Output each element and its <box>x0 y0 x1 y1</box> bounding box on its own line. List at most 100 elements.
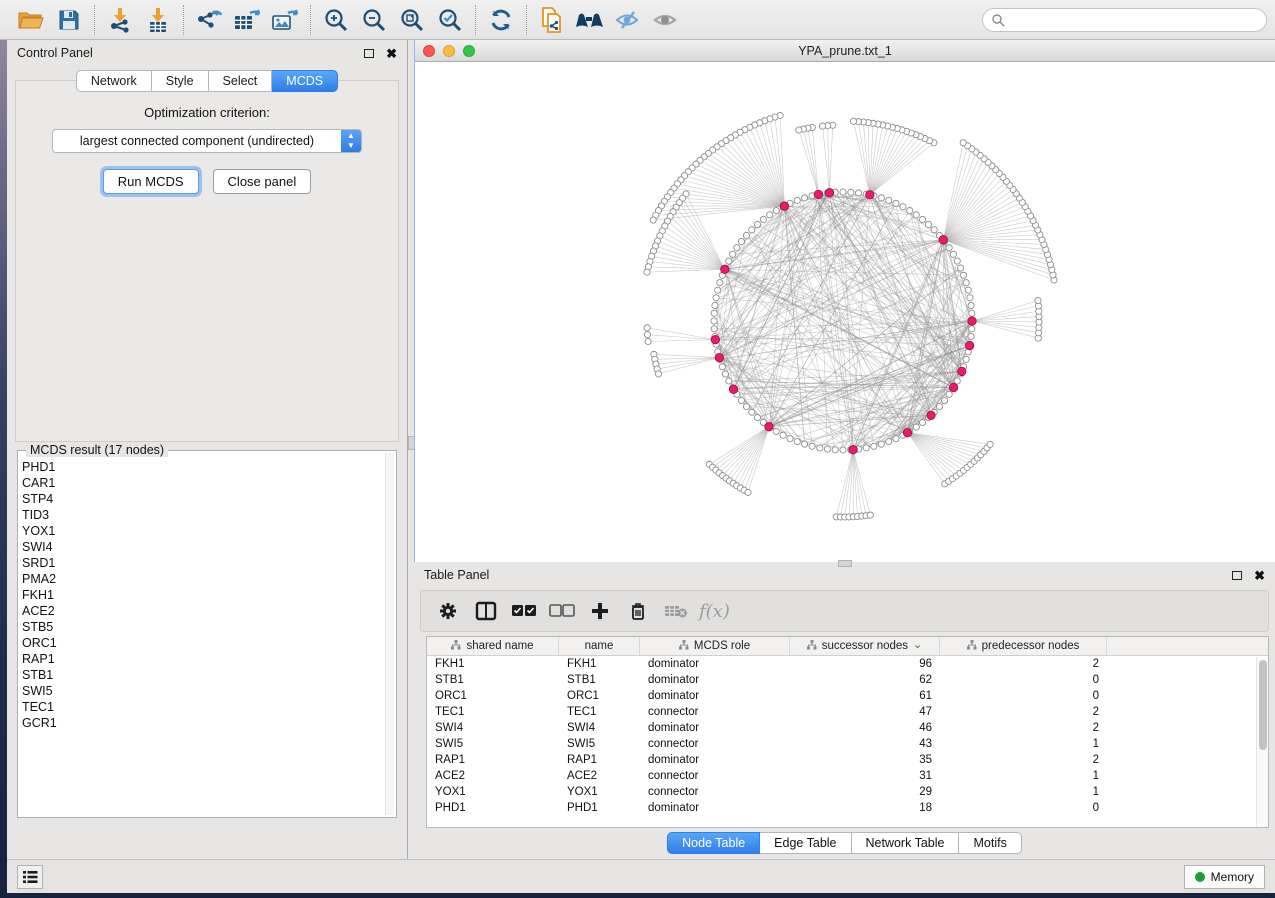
network-edge[interactable] <box>870 125 883 195</box>
network-node[interactable] <box>867 512 873 518</box>
export-image-button[interactable] <box>266 4 304 36</box>
table-row[interactable]: PHD1PHD1dominator180 <box>427 800 1268 816</box>
tab-network[interactable]: Network <box>76 70 152 92</box>
hide-selected-button[interactable] <box>609 4 647 36</box>
mcds-list-scrollbar[interactable] <box>385 453 394 815</box>
mcds-result-item[interactable]: PMA2 <box>22 571 384 587</box>
network-node[interactable] <box>968 333 974 339</box>
column-header-shared-name[interactable]: shared name <box>427 637 559 655</box>
table-row[interactable]: STB1STB1dominator620 <box>427 672 1268 688</box>
network-node[interactable] <box>719 364 725 370</box>
network-node[interactable] <box>773 208 779 214</box>
mcds-result-item[interactable]: FKH1 <box>22 587 384 603</box>
network-node[interactable] <box>715 287 721 293</box>
network-node[interactable] <box>925 221 931 227</box>
criterion-dropdown[interactable]: largest connected component (undirected)… <box>52 129 362 153</box>
network-node[interactable] <box>767 212 773 218</box>
network-node[interactable] <box>645 338 651 344</box>
network-node[interactable] <box>850 118 856 124</box>
column-header-name[interactable]: name <box>559 637 640 655</box>
zoom-in-button[interactable] <box>317 4 355 36</box>
close-panel-icon[interactable]: ✖ <box>386 47 397 60</box>
network-node[interactable] <box>734 245 740 251</box>
network-node[interactable] <box>919 419 925 425</box>
mcds-result-item[interactable]: SWI5 <box>22 683 384 699</box>
export-table-button[interactable] <box>228 4 266 36</box>
network-node[interactable] <box>893 200 899 206</box>
network-node[interactable] <box>893 436 899 442</box>
network-node[interactable] <box>960 140 966 146</box>
mcds-result-item[interactable]: SWI4 <box>22 539 384 555</box>
network-node[interactable] <box>878 441 884 447</box>
delete-column-button[interactable] <box>621 595 655 627</box>
network-node[interactable] <box>848 189 854 195</box>
network-node[interactable] <box>969 310 975 316</box>
select-all-button[interactable] <box>507 595 541 627</box>
network-node[interactable] <box>711 318 717 324</box>
network-edge[interactable] <box>658 358 719 374</box>
network-edge[interactable] <box>943 162 988 239</box>
table-scrollbar-thumb[interactable] <box>1259 660 1267 750</box>
network-node[interactable] <box>794 197 800 203</box>
export-network-button[interactable] <box>190 4 228 36</box>
network-edge[interactable] <box>715 340 776 432</box>
table-row[interactable]: ACE2ACE2connector311 <box>427 768 1268 784</box>
delete-table-button[interactable] <box>659 595 693 627</box>
network-edge[interactable] <box>972 321 1038 338</box>
mcds-hub-node[interactable] <box>780 202 788 210</box>
network-edge[interactable] <box>745 130 785 206</box>
mcds-hub-node[interactable] <box>939 236 947 244</box>
network-node[interactable] <box>863 445 869 451</box>
network-node[interactable] <box>726 258 732 264</box>
split-view-button[interactable] <box>469 595 503 627</box>
network-graph[interactable] <box>415 62 1275 556</box>
table-settings-button[interactable] <box>431 595 465 627</box>
close-table-panel-icon[interactable]: ✖ <box>1254 569 1265 582</box>
network-edge[interactable] <box>717 147 784 206</box>
network-edge[interactable] <box>853 450 870 515</box>
first-neighbors-button[interactable] <box>571 4 609 36</box>
network-node[interactable] <box>961 272 967 278</box>
network-node[interactable] <box>878 195 884 201</box>
network-edge[interactable] <box>723 427 769 476</box>
network-node[interactable] <box>963 280 969 286</box>
network-node[interactable] <box>900 204 906 210</box>
mcds-result-item[interactable]: TEC1 <box>22 699 384 715</box>
float-table-panel-icon[interactable] <box>1232 571 1242 580</box>
network-node[interactable] <box>787 436 793 442</box>
zoom-out-button[interactable] <box>355 4 393 36</box>
network-node[interactable] <box>913 424 919 430</box>
refresh-view-button[interactable] <box>482 4 520 36</box>
mcds-result-item[interactable]: STB5 <box>22 619 384 635</box>
network-node[interactable] <box>817 445 823 451</box>
mcds-hub-node[interactable] <box>765 422 773 430</box>
memory-button[interactable]: Memory <box>1184 865 1265 889</box>
network-node[interactable] <box>809 443 815 449</box>
function-builder-button[interactable]: f(x) <box>697 595 731 627</box>
network-node[interactable] <box>722 371 728 377</box>
network-node[interactable] <box>931 227 937 233</box>
network-node[interactable] <box>711 326 717 332</box>
network-edge[interactable] <box>972 321 1039 333</box>
tab-motifs[interactable]: Motifs <box>959 832 1021 854</box>
network-node[interactable] <box>711 310 717 316</box>
vertical-splitter[interactable] <box>407 40 414 859</box>
network-node[interactable] <box>840 447 846 453</box>
tab-node-table[interactable]: Node Table <box>667 832 760 854</box>
import-network-button[interactable] <box>101 4 139 36</box>
network-edge[interactable] <box>853 305 971 449</box>
zoom-selected-button[interactable] <box>431 4 469 36</box>
mcds-result-item[interactable]: STB1 <box>22 667 384 683</box>
network-node[interactable] <box>738 238 744 244</box>
mcds-result-list[interactable]: PHD1CAR1STP4TID3YOX1SWI4SRD1PMA2FKH1ACE2… <box>22 459 384 813</box>
network-node[interactable] <box>796 127 802 133</box>
network-edge[interactable] <box>726 427 769 479</box>
mcds-hub-node[interactable] <box>965 341 973 349</box>
network-edge[interactable] <box>676 207 725 269</box>
run-mcds-button[interactable]: Run MCDS <box>103 169 199 194</box>
tab-mcds[interactable]: MCDS <box>272 70 338 92</box>
mcds-hub-node[interactable] <box>729 385 737 393</box>
table-row[interactable]: FKH1FKH1dominator962 <box>427 656 1268 672</box>
tab-network-table[interactable]: Network Table <box>852 832 960 854</box>
network-edge[interactable] <box>647 335 715 340</box>
